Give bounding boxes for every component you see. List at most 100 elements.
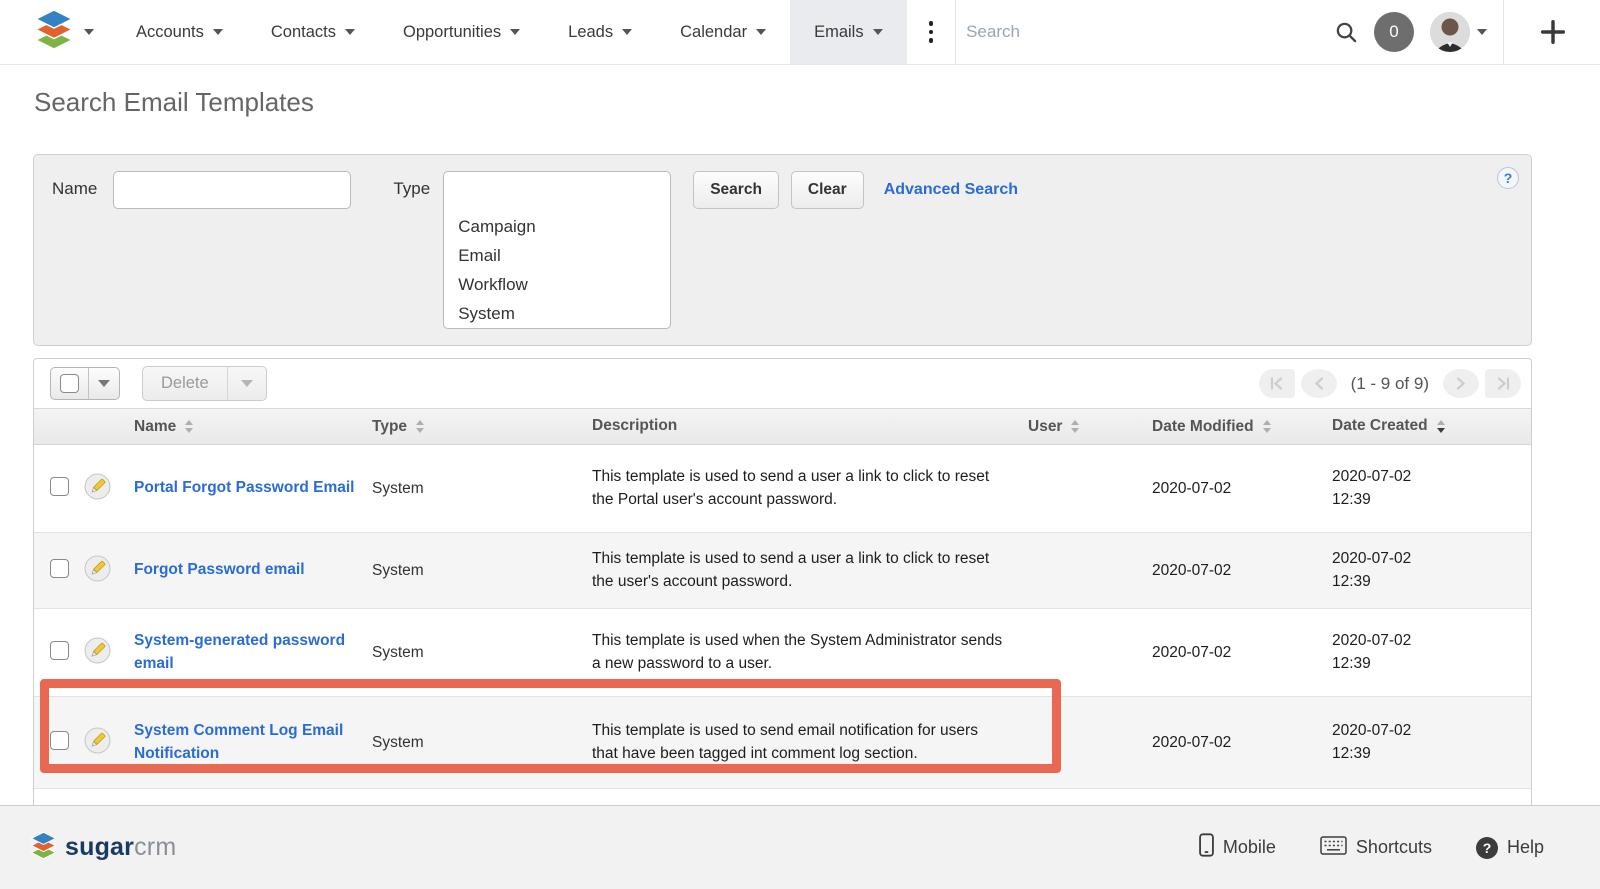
nav-item-emails-active[interactable]: Emails — [790, 0, 907, 64]
column-header-type[interactable]: Type — [372, 418, 592, 436]
column-header-user[interactable]: User — [1028, 418, 1152, 436]
next-page-button[interactable] — [1443, 369, 1479, 398]
template-description: This template is used to send a user a l… — [592, 466, 1028, 511]
sugarcrm-footer-logo: sugarcrm — [30, 831, 176, 865]
mobile-link[interactable]: Mobile — [1199, 833, 1276, 862]
nav-item-opportunities[interactable]: Opportunities — [379, 0, 544, 64]
nav-item-leads[interactable]: Leads — [544, 0, 656, 64]
nav-item-label: Contacts — [271, 23, 336, 42]
footer-links: Mobile Shortcuts ? Help — [1199, 833, 1544, 862]
advanced-search-link[interactable]: Advanced Search — [884, 181, 1018, 199]
column-header-description[interactable]: Description — [592, 415, 1028, 437]
help-icon: ? — [1476, 837, 1498, 859]
nav-right-cluster: 0 — [1335, 0, 1600, 64]
app-logo-menu[interactable] — [0, 0, 112, 64]
chevron-down-icon — [873, 29, 883, 35]
type-option-system[interactable]: System — [452, 299, 670, 328]
type-multiselect[interactable]: Campaign Email Workflow System — [443, 171, 671, 329]
last-page-button[interactable] — [1485, 369, 1521, 398]
column-header-date-created[interactable]: Date Created — [1332, 415, 1492, 437]
mobile-phone-icon — [1199, 833, 1214, 862]
user-menu[interactable] — [1430, 12, 1487, 52]
search-form-panel: Name Type Campaign Email Workflow System… — [33, 154, 1532, 346]
date-created: 2020-07-02 12:39 — [1332, 548, 1492, 593]
table-row: Forgot Password email System This templa… — [34, 533, 1531, 609]
date-modified: 2020-07-02 — [1152, 562, 1332, 580]
clear-button[interactable]: Clear — [791, 171, 864, 209]
template-type: System — [372, 644, 592, 662]
delete-button[interactable]: Delete — [143, 367, 227, 400]
edit-icon[interactable] — [84, 473, 134, 505]
nav-item-label: Leads — [568, 23, 613, 42]
select-dropdown[interactable] — [88, 368, 119, 399]
table-row: System-generated password email System T… — [34, 609, 1531, 697]
edit-icon[interactable] — [84, 555, 134, 587]
search-input[interactable] — [966, 22, 1176, 42]
template-name-link[interactable]: System-generated password email — [134, 630, 356, 675]
first-page-button[interactable] — [1259, 369, 1295, 398]
row-checkbox[interactable] — [50, 641, 69, 660]
nav-item-label: Calendar — [680, 23, 747, 42]
name-field[interactable] — [113, 171, 351, 209]
top-navigation-bar: Accounts Contacts Opportunities Leads Ca… — [0, 0, 1600, 65]
notification-count-badge[interactable]: 0 — [1374, 12, 1414, 52]
nav-overflow-menu[interactable] — [907, 0, 956, 64]
edit-icon[interactable] — [84, 637, 134, 669]
sort-icon — [1263, 420, 1271, 433]
date-modified: 2020-07-02 — [1152, 644, 1332, 662]
type-option-campaign[interactable]: Campaign — [452, 212, 670, 241]
date-created: 2020-07-02 12:39 — [1332, 720, 1492, 765]
search-button[interactable]: Search — [693, 171, 779, 209]
template-name-link[interactable]: System Comment Log Email Notification — [134, 720, 356, 765]
sort-icon-active-desc — [1437, 420, 1445, 433]
chevron-down-icon — [756, 29, 766, 35]
delete-dropdown[interactable] — [227, 367, 266, 400]
previous-page-button[interactable] — [1301, 369, 1337, 398]
template-description: This template is used to send email noti… — [592, 720, 1028, 765]
help-link[interactable]: ? Help — [1476, 837, 1544, 859]
page-title: Search Email Templates — [34, 87, 1600, 118]
keyboard-icon — [1320, 836, 1347, 860]
date-created: 2020-07-02 12:39 — [1332, 630, 1492, 675]
chevron-down-icon — [345, 29, 355, 35]
list-toolbar: Delete (1 - 9 of 9) — [34, 359, 1531, 408]
shortcuts-link[interactable]: Shortcuts — [1320, 836, 1432, 860]
column-header-date-modified[interactable]: Date Modified — [1152, 418, 1332, 436]
pagination-label: (1 - 9 of 9) — [1343, 374, 1437, 394]
name-field-label: Name — [52, 179, 97, 199]
column-header-name[interactable]: Name — [134, 418, 372, 436]
chevron-down-icon — [1477, 29, 1487, 35]
template-name-link[interactable]: Portal Forgot Password Email — [134, 477, 355, 499]
nav-item-contacts[interactable]: Contacts — [247, 0, 379, 64]
row-checkbox[interactable] — [50, 731, 69, 750]
sugarcrm-cube-icon — [34, 8, 74, 56]
nav-item-accounts[interactable]: Accounts — [112, 0, 247, 64]
table-row: Portal Forgot Password Email System This… — [34, 445, 1531, 533]
quick-create-button[interactable] — [1520, 19, 1580, 45]
nav-item-label: Accounts — [136, 23, 204, 42]
date-modified: 2020-07-02 — [1152, 480, 1332, 498]
sugarcrm-cube-icon — [30, 831, 57, 865]
global-search — [956, 0, 1335, 64]
type-option-workflow[interactable]: Workflow — [452, 270, 670, 299]
delete-action-group: Delete — [142, 366, 267, 401]
sort-icon — [1071, 420, 1079, 433]
chevron-down-icon — [510, 29, 520, 35]
edit-icon[interactable] — [84, 727, 134, 759]
email-templates-list-panel: Delete (1 - 9 of 9) — [33, 358, 1532, 875]
nav-item-calendar[interactable]: Calendar — [656, 0, 790, 64]
sort-icon — [416, 420, 424, 433]
search-icon[interactable] — [1335, 21, 1358, 44]
table-row-highlighted: System Comment Log Email Notification Sy… — [34, 697, 1531, 789]
template-description: This template is used to send a user a l… — [592, 548, 1028, 593]
row-checkbox[interactable] — [50, 559, 69, 578]
row-checkbox[interactable] — [50, 477, 69, 496]
nav-item-label: Opportunities — [403, 23, 501, 42]
sort-icon — [185, 420, 193, 433]
select-all-checkbox[interactable] — [51, 368, 88, 399]
nav-item-label: Emails — [814, 23, 864, 42]
template-name-link[interactable]: Forgot Password email — [134, 559, 305, 581]
type-option-email[interactable]: Email — [452, 241, 670, 270]
select-all-combo — [50, 367, 120, 400]
help-icon[interactable]: ? — [1497, 167, 1519, 189]
